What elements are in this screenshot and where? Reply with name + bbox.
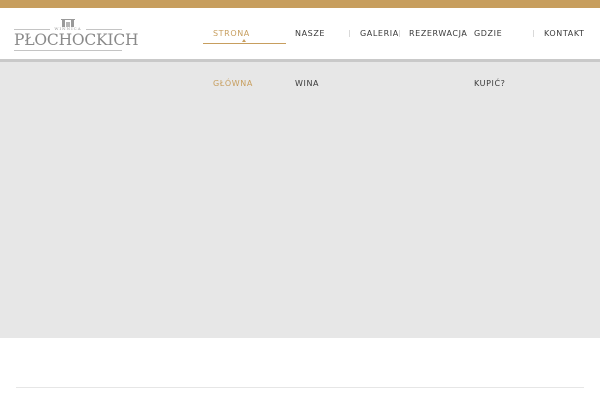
active-caret-icon xyxy=(242,39,246,42)
nav-label: GDZIE xyxy=(474,29,503,38)
submenu-glowna[interactable]: GŁÓWNA xyxy=(213,79,253,88)
nav-item-galeria[interactable]: GALERIA xyxy=(352,8,398,59)
site-logo[interactable]: WINNICA PŁOCHOCKICH xyxy=(14,18,139,58)
content-divider xyxy=(16,387,584,388)
nav-item-gdzie[interactable]: GDZIE xyxy=(465,8,532,59)
nav-label: STRONA xyxy=(213,29,250,38)
nav-label: GALERIA xyxy=(360,29,399,38)
nav-separator xyxy=(399,30,400,37)
nav-item-rezerwacja[interactable]: REZERWACJA xyxy=(402,8,467,59)
nav-label: KONTAKT xyxy=(544,29,585,38)
top-accent-bar xyxy=(0,0,600,8)
submenu-wina[interactable]: WINA xyxy=(295,79,319,88)
nav-label: NASZE xyxy=(295,29,326,38)
mega-menu-panel: GŁÓWNA WINA KUPIĆ? xyxy=(0,62,600,338)
site-header: WINNICA PŁOCHOCKICH STRONA NASZE GALERIA… xyxy=(0,8,600,59)
nav-separator xyxy=(349,30,350,37)
nav-separator xyxy=(533,30,534,37)
logo-underline xyxy=(14,50,122,51)
nav-label: REZERWACJA xyxy=(409,29,468,38)
nav-item-nasze[interactable]: NASZE xyxy=(290,8,348,59)
logo-main-text: PŁOCHOCKICH xyxy=(14,31,139,49)
submenu-kupic[interactable]: KUPIĆ? xyxy=(474,79,506,88)
active-nav-underline xyxy=(203,43,286,44)
logo-rule-right xyxy=(86,29,122,30)
nav-item-kontakt[interactable]: KONTAKT xyxy=(536,8,596,59)
nav-item-strona[interactable]: STRONA xyxy=(203,8,286,59)
